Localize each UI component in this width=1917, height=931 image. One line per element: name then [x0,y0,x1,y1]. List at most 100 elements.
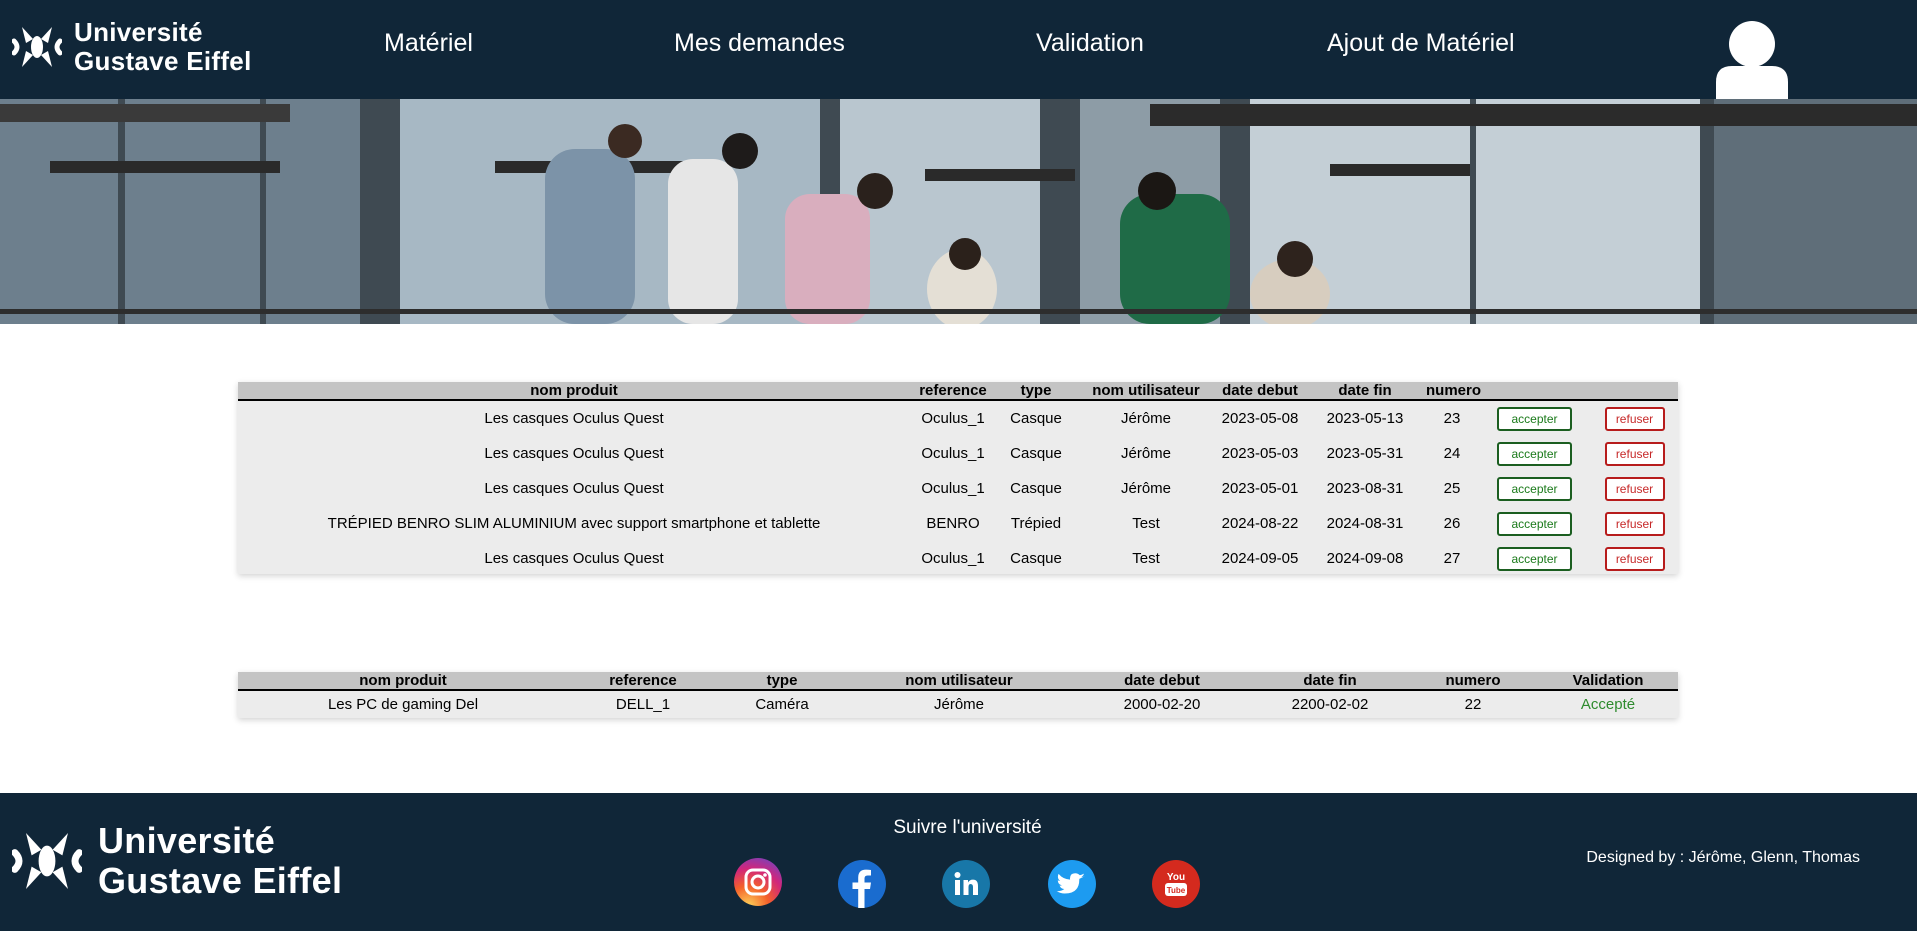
cell-reference: Oculus_1 [921,410,985,427]
col-header: reference [910,382,996,401]
cell-start-date: 2000-02-20 [1123,696,1201,713]
cell-user: Jérôme [1120,480,1172,497]
table-header-row: nom produit reference type nom utilisate… [238,382,1678,401]
cell-type: Casque [1010,480,1062,497]
cell-product: Les casques Oculus Quest [484,550,664,567]
cell-reference: Oculus_1 [921,480,985,497]
refuse-button[interactable]: refuser [1604,546,1665,571]
cell-refuse: refuser [1591,400,1678,436]
user-avatar-icon[interactable] [1716,20,1788,99]
nav-materiel[interactable]: Matériel [384,26,473,60]
accept-button[interactable]: accepter [1497,511,1572,536]
col-header: numero [1408,672,1538,691]
cell-product: TRÉPIED BENRO SLIM ALUMINIUM avec suppor… [327,515,821,532]
cell-start-date: 2024-08-22 [1221,515,1299,532]
cell-numero: 27 [1443,550,1461,567]
logo-line-1: Université [74,17,203,47]
col-header: type [996,382,1076,401]
cell-reference: DELL_1 [615,696,671,713]
cell-product: Les casques Oculus Quest [484,410,664,427]
cell-user: Jérôme [1120,410,1172,427]
cell-type: Trépied [1010,515,1062,532]
table-row: Les casques Oculus Quest Oculus_1 Casque… [238,400,1678,436]
site-header: Université Gustave Eiffel Matériel Mes d… [0,0,1917,99]
col-header: type [718,672,846,691]
cell-start-date: 2023-05-08 [1221,410,1299,427]
cell-numero: 24 [1443,445,1461,462]
cell-accept: accepter [1478,506,1591,541]
refuse-button[interactable]: refuser [1604,476,1665,501]
cell-end-date: 2023-05-13 [1326,410,1404,427]
cell-refuse: refuser [1591,506,1678,541]
col-header: date fin [1304,382,1426,401]
accept-button[interactable]: accepter [1497,546,1572,571]
university-logo[interactable]: Université Gustave Eiffel [12,18,252,76]
cell-start-date: 2023-05-03 [1221,445,1299,462]
youtube-icon[interactable]: You Tube [1151,859,1201,909]
col-header: reference [568,672,718,691]
col-header: Validation [1538,672,1678,691]
table-row: Les PC de gaming Del DELL_1 Caméra Jérôm… [238,690,1678,718]
table-row: TRÉPIED BENRO SLIM ALUMINIUM avec suppor… [238,506,1678,541]
svg-text:Tube: Tube [1167,886,1186,895]
cell-reference: Oculus_1 [921,445,985,462]
svg-text:You: You [1167,872,1185,883]
col-header: nom produit [238,382,910,401]
accept-button[interactable]: accepter [1497,441,1572,466]
cell-numero: 26 [1443,515,1461,532]
col-header [1591,382,1678,401]
designer-credits: Designed by : Jérôme, Glenn, Thomas [1586,849,1860,866]
refuse-button[interactable]: refuser [1604,511,1665,536]
site-footer: Université Gustave Eiffel Suivre l'unive… [0,793,1917,931]
cell-start-date: 2024-09-05 [1221,550,1299,567]
nav-mes-demandes[interactable]: Mes demandes [674,26,845,60]
cell-user: Jérôme [933,696,985,713]
table-row: Les casques Oculus Quest Oculus_1 Casque… [238,541,1678,576]
cell-refuse: refuser [1591,541,1678,576]
cell-accept: accepter [1478,471,1591,506]
cell-product: Les PC de gaming Del [327,696,479,713]
twitter-icon[interactable] [1047,859,1097,909]
cell-user: Test [1132,515,1160,532]
logo-line-2: Gustave Eiffel [74,46,252,76]
cell-type: Caméra [755,696,809,713]
col-header [1478,382,1591,401]
refuse-button[interactable]: refuser [1604,406,1665,431]
col-header: nom produit [238,672,568,691]
col-header: numero [1426,382,1482,401]
cell-type: Casque [1010,445,1062,462]
linkedin-icon[interactable] [941,859,991,909]
cell-product: Les casques Oculus Quest [484,480,664,497]
table-header-row: nom produit reference type nom utilisate… [238,672,1678,691]
nav-ajout-materiel[interactable]: Ajout de Matériel [1327,26,1515,60]
cell-reference: BENRO [926,515,980,532]
cell-end-date: 2023-08-31 [1326,480,1404,497]
instagram-icon[interactable] [733,857,783,907]
cell-user: Jérôme [1120,445,1172,462]
col-header: nom utilisateur [846,672,1072,691]
pending-requests-table: nom produit reference type nom utilisate… [238,382,1678,574]
cell-reference: Oculus_1 [921,550,985,567]
logo-text: Université Gustave Eiffel [74,18,252,76]
logo-line-2: Gustave Eiffel [98,860,343,901]
cell-type: Casque [1010,410,1062,427]
cell-refuse: refuser [1591,436,1678,471]
col-header: nom utilisateur [1076,382,1216,401]
cell-start-date: 2023-05-01 [1221,480,1299,497]
cell-end-date: 2200-02-02 [1291,696,1369,713]
cell-end-date: 2024-08-31 [1326,515,1404,532]
cell-accept: accepter [1478,541,1591,576]
facebook-icon[interactable] [837,859,887,909]
cell-refuse: refuser [1591,471,1678,506]
cell-numero: 22 [1464,696,1482,713]
cell-numero: 23 [1443,410,1461,427]
status-accepted: Accepté [1580,696,1636,713]
col-header: date debut [1072,672,1252,691]
accept-button[interactable]: accepter [1497,476,1572,501]
cell-numero: 25 [1443,480,1461,497]
validated-requests-table: nom produit reference type nom utilisate… [238,672,1678,718]
nav-validation[interactable]: Validation [1036,26,1144,60]
refuse-button[interactable]: refuser [1604,441,1665,466]
accept-button[interactable]: accepter [1497,406,1572,431]
cell-product: Les casques Oculus Quest [484,445,664,462]
